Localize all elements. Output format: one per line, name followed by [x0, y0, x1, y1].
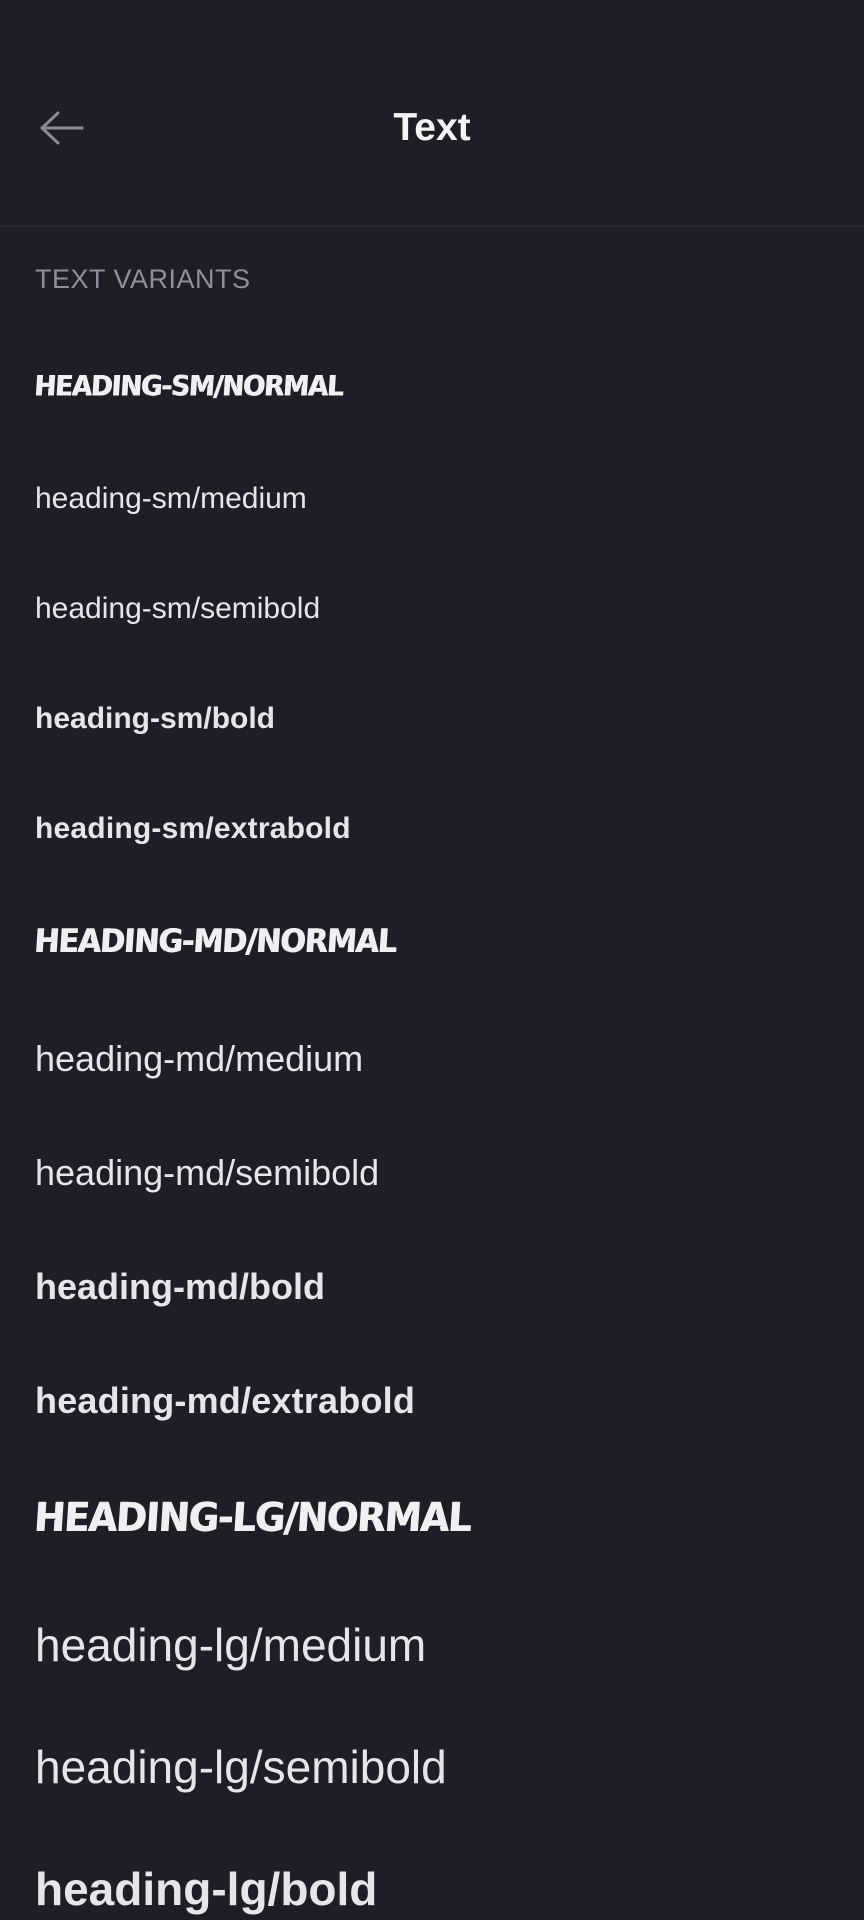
- variant-heading-lg-bold: heading-lg/bold: [35, 1863, 378, 1915]
- variant-heading-md-semibold: heading-md/semibold: [35, 1152, 380, 1193]
- variant-heading-md-extrabold: heading-md/extrabold: [35, 1380, 416, 1421]
- variant-heading-md-medium: heading-md/medium: [35, 1038, 364, 1079]
- variant-heading-sm-semibold: heading-sm/semibold: [35, 592, 321, 625]
- section-label: TEXT VARIANTS: [35, 264, 251, 294]
- variant-heading-sm-medium: heading-sm/medium: [35, 482, 307, 515]
- variant-heading-md-bold: heading-md/bold: [35, 1266, 325, 1307]
- variant-heading-md-normal: heading-md/normal: [33, 922, 398, 961]
- variant-heading-lg-semibold: heading-lg/semibold: [35, 1741, 447, 1793]
- page-title: Text: [393, 106, 471, 149]
- variant-heading-lg-medium: heading-lg/medium: [35, 1619, 427, 1671]
- variant-heading-sm-bold: heading-sm/bold: [35, 702, 275, 735]
- app-header: Text: [0, 0, 864, 227]
- variant-heading-sm-normal: heading-sm/normal: [33, 370, 345, 404]
- variant-heading-sm-extrabold: heading-sm/extrabold: [35, 812, 351, 845]
- variant-heading-lg-normal: heading-lg/normal: [33, 1494, 473, 1541]
